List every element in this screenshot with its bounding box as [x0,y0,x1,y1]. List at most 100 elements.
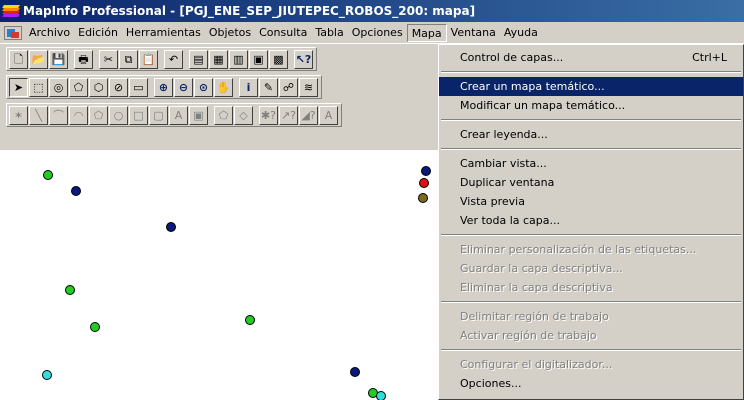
menu-herramientas[interactable]: Herramientas [122,24,205,42]
document-window-icon[interactable] [4,25,22,40]
menu-objetos[interactable]: Objetos [205,24,255,42]
menu-item-vista-previa[interactable]: Vista previa [439,192,743,211]
polygon-tool-button[interactable]: ⬠ [89,105,108,125]
menu-ventana[interactable]: Ventana [447,24,500,42]
copy-button[interactable]: ⧉ [119,49,138,69]
menu-archivo[interactable]: Archivo [25,24,74,42]
menu-item-control-de-capas[interactable]: Control de capas... Ctrl+L [439,48,743,67]
new-map-icon: ▦ [213,52,224,66]
mapa-menu-dropdown: Control de capas... Ctrl+L Crear un mapa t… [438,44,744,400]
boundary-select-button[interactable]: ⬡ [89,77,108,97]
menu-consulta[interactable]: Consulta [255,24,311,42]
rounded-rectangle-tool-button[interactable]: ▢ [149,105,168,125]
redistrict-button[interactable]: ▩ [269,49,288,69]
menu-item-opciones[interactable]: Opciones... [439,374,743,393]
menu-item-label: Crear un mapa temático... [460,80,605,93]
new-button[interactable]: 🗋 [9,49,28,69]
save-icon: 💾 [51,52,66,66]
map-point-symbol[interactable] [42,370,52,380]
paste-button[interactable]: 📋 [139,49,158,69]
graph-select-button[interactable]: ▭ [129,77,148,97]
label-tool-button[interactable]: ✎ [259,77,278,97]
info-tool-button[interactable]: i [239,77,258,97]
rectangle-tool-button[interactable]: □ [129,105,148,125]
save-button[interactable]: 💾 [49,49,68,69]
menu-item-delimitar-region-de-trabajo: Delimitar región de trabajo [439,307,743,326]
text-style-button[interactable]: A [319,105,338,125]
cut-button[interactable]: ✂ [99,49,118,69]
select-arrow-button[interactable]: ➤ [9,77,28,97]
reshape-button[interactable]: ⬠ [214,105,233,125]
frame-tool-button[interactable]: ▣ [189,105,208,125]
marquee-select-button[interactable]: ⬚ [29,77,48,97]
line-tool-button[interactable]: ╲ [29,105,48,125]
new-layout-button[interactable]: ▣ [249,49,268,69]
menu-separator [441,148,741,150]
menu-item-label: Eliminar la capa descriptiva [460,281,613,294]
help-pointer-button[interactable]: ↖? [294,49,313,69]
menu-edicion[interactable]: Edición [74,24,122,42]
menu-separator [441,234,741,236]
radius-select-icon: ◎ [53,80,64,94]
menu-item-label: Duplicar ventana [460,176,555,189]
new-map-button[interactable]: ▦ [209,49,228,69]
mapinfo-logo-icon [2,4,20,18]
help-pointer-icon: ↖? [295,52,312,66]
menu-item-crear-leyenda[interactable]: Crear leyenda... [439,125,743,144]
layer-control-button[interactable]: ≋ [299,77,318,97]
map-point-symbol[interactable] [90,322,100,332]
menu-item-cambiar-vista[interactable]: Cambiar vista... [439,154,743,173]
unselect-button[interactable]: ⊘ [109,77,128,97]
menu-item-configurar-el-digitalizador: Configurar el digitalizador... [439,355,743,374]
map-point-symbol[interactable] [71,186,81,196]
print-button[interactable]: 🖶 [74,49,93,69]
map-point-symbol[interactable] [419,178,429,188]
title-bar[interactable]: MapInfo Professional - [PGJ_ENE_SEP_JIUT… [0,0,744,22]
menu-item-label: Delimitar región de trabajo [460,310,609,323]
undo-button[interactable]: ↶ [164,49,183,69]
map-point-symbol[interactable] [245,315,255,325]
text-tool-button[interactable]: A [169,105,188,125]
grabber-hand-button[interactable]: ✋ [214,77,233,97]
map-point-symbol[interactable] [421,166,431,176]
menu-ayuda[interactable]: Ayuda [500,24,542,42]
menu-item-crear-un-mapa-tematico[interactable]: Crear un mapa temático... [439,77,743,96]
arc-tool-button[interactable]: ◠ [69,105,88,125]
symbol-tool-button[interactable]: ✶ [9,105,28,125]
add-node-button[interactable]: ◇ [234,105,253,125]
menu-tabla[interactable]: Tabla [311,24,347,42]
new-graph-button[interactable]: ▥ [229,49,248,69]
menu-opciones[interactable]: Opciones [348,24,407,42]
new-browser-button[interactable]: ▤ [189,49,208,69]
map-point-symbol[interactable] [350,367,360,377]
drawing-toolbar: ✶ ╲ ⌒ ◠ ⬠ ○ □ ▢ A ▣ ⬠ ◇ ✱? ↗? ◢? A [6,103,342,127]
polyline-tool-button[interactable]: ⌒ [49,105,68,125]
line-style-button[interactable]: ↗? [279,105,298,125]
drag-window-button[interactable]: ☍ [279,77,298,97]
radius-select-button[interactable]: ◎ [49,77,68,97]
polygon-select-button[interactable]: ⬠ [69,77,88,97]
symbol-style-button[interactable]: ✱? [259,105,278,125]
change-view-button[interactable]: ⊙ [194,77,213,97]
menu-item-label: Cambiar vista... [460,157,547,170]
menu-item-label: Guardar la capa descriptiva... [460,262,623,275]
open-button[interactable]: 📂 [29,49,48,69]
menu-item-ver-toda-la-capa[interactable]: Ver toda la capa... [439,211,743,230]
map-point-symbol[interactable] [418,193,428,203]
ellipse-tool-button[interactable]: ○ [109,105,128,125]
region-style-button[interactable]: ◢? [299,105,318,125]
map-point-symbol[interactable] [166,222,176,232]
map-point-symbol[interactable] [376,391,386,400]
grabber-hand-icon: ✋ [216,80,231,94]
undo-icon: ↶ [168,52,179,66]
map-point-symbol[interactable] [65,285,75,295]
zoom-in-button[interactable]: ⊕ [154,77,173,97]
menu-item-modificar-un-mapa-tematico[interactable]: Modificar un mapa temático... [439,96,743,115]
map-point-symbol[interactable] [43,170,53,180]
menu-item-duplicar-ventana[interactable]: Duplicar ventana [439,173,743,192]
menu-mapa[interactable]: Mapa [406,23,447,42]
zoom-out-button[interactable]: ⊖ [174,77,193,97]
window-title: MapInfo Professional - [PGJ_ENE_SEP_JIUT… [23,4,476,18]
menu-item-label: Activar región de trabajo [460,329,597,342]
map-window[interactable] [0,150,448,400]
